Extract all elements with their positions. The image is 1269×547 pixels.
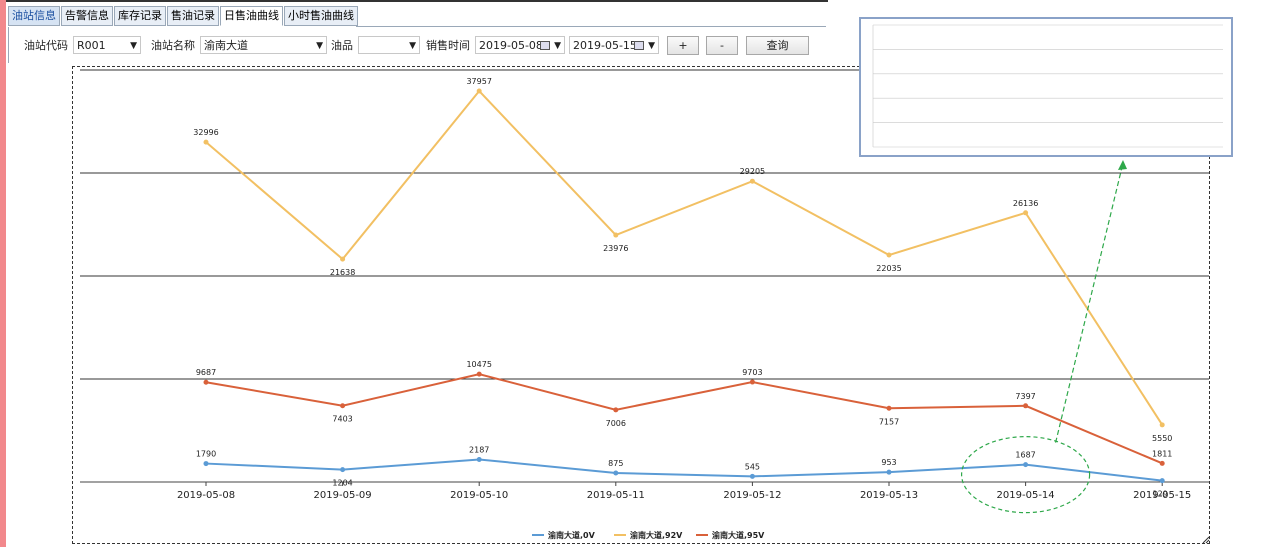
data-point	[1023, 462, 1029, 468]
data-label: 7157	[879, 417, 899, 426]
data-label: 2187	[469, 445, 489, 454]
data-point	[749, 379, 755, 385]
data-label: 29205	[740, 167, 765, 176]
highlight-ellipse	[960, 436, 1091, 514]
data-label: 7397	[1015, 392, 1035, 401]
data-point	[613, 407, 619, 413]
data-point	[340, 256, 346, 262]
data-point	[203, 139, 209, 145]
legend-label: 渝南大道,92V	[629, 530, 683, 540]
x-tick-label: 2019-05-11	[587, 490, 645, 501]
data-point	[886, 405, 892, 411]
data-point	[476, 88, 482, 94]
data-label: 129	[1153, 490, 1168, 499]
data-label: 21638	[330, 268, 355, 277]
data-label: 7403	[332, 415, 352, 424]
data-point	[340, 467, 346, 473]
data-label: 953	[881, 458, 896, 467]
data-point	[886, 469, 892, 475]
x-tick-label: 2019-05-10	[450, 490, 508, 501]
data-point	[1159, 460, 1165, 466]
data-label: 26136	[1013, 199, 1038, 208]
data-point	[749, 473, 755, 479]
data-point	[1023, 403, 1029, 409]
data-label: 9703	[742, 368, 762, 377]
data-label: 37957	[466, 77, 491, 86]
x-tick-label: 2019-05-09	[314, 490, 372, 501]
data-label: 7006	[606, 419, 626, 428]
data-label: 32996	[193, 128, 218, 137]
data-point	[1159, 422, 1165, 428]
data-label: 23976	[603, 244, 628, 253]
x-tick-label: 2019-05-12	[723, 490, 781, 501]
data-label: 1687	[1015, 451, 1035, 460]
legend-label: 渝南大道,95V	[711, 530, 765, 540]
annotation-arrow	[1055, 162, 1124, 443]
x-tick-label: 2019-05-14	[997, 490, 1055, 501]
thumbnail-chart	[859, 17, 1233, 157]
data-point	[886, 252, 892, 258]
data-label: 875	[608, 459, 623, 468]
thumbnail-chart-plot	[872, 24, 1223, 148]
data-label: 9687	[196, 368, 216, 377]
data-point	[749, 178, 755, 184]
data-point	[203, 461, 209, 467]
data-label: 22035	[876, 264, 901, 273]
data-point	[476, 456, 482, 462]
data-label: 545	[745, 462, 760, 471]
data-point	[476, 371, 482, 377]
data-point	[613, 470, 619, 476]
data-label: 10475	[466, 360, 491, 369]
arrow-head-icon	[1118, 160, 1127, 170]
legend-label: 渝南大道,0V	[547, 530, 596, 540]
data-point	[203, 379, 209, 385]
data-point	[1159, 478, 1165, 484]
resize-grip-icon[interactable]	[1202, 536, 1210, 544]
x-tick-label: 2019-05-13	[860, 490, 918, 501]
data-point	[613, 232, 619, 238]
data-point	[340, 403, 346, 409]
data-label: 1790	[196, 450, 216, 459]
data-point	[1023, 210, 1029, 216]
series-line	[205, 458, 1163, 482]
data-label: 1811	[1152, 449, 1172, 458]
data-label: 1204	[332, 479, 352, 488]
x-tick-label: 2019-05-08	[177, 490, 235, 501]
data-label: 5550	[1152, 434, 1172, 443]
